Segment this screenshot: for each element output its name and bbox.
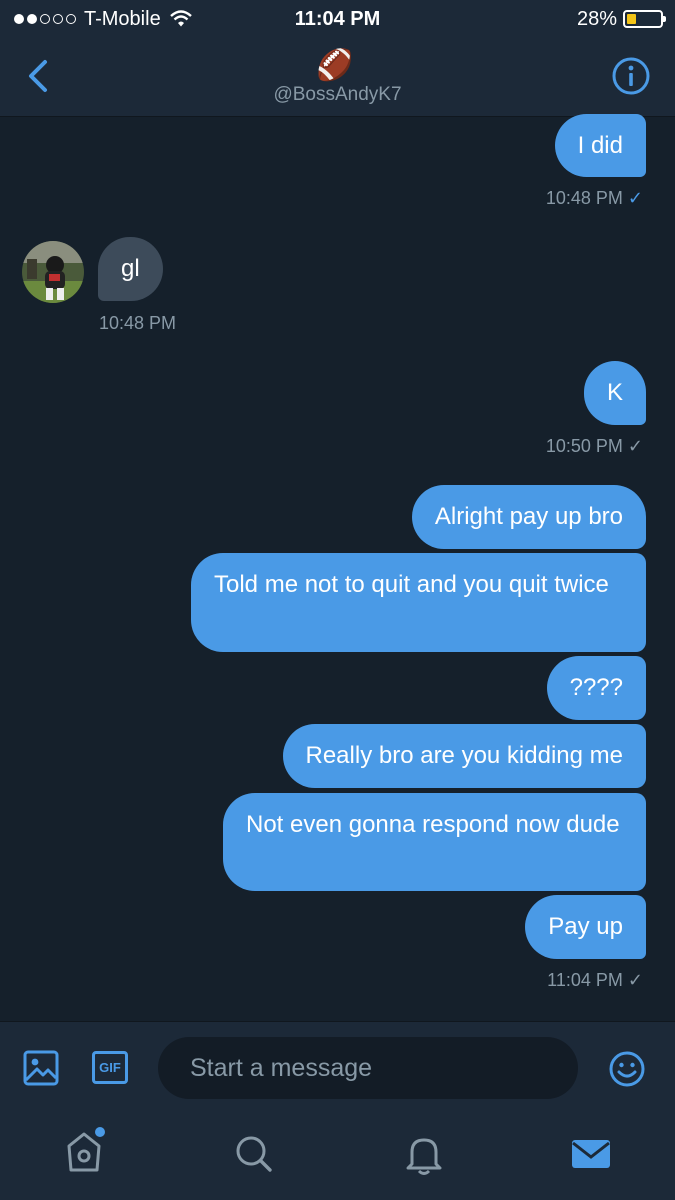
read-check-icon: ✓	[627, 436, 643, 456]
message-bubble[interactable]: Pay up	[525, 895, 646, 959]
search-icon[interactable]	[234, 1134, 274, 1174]
message-bubble[interactable]: Really bro are you kidding me	[282, 724, 646, 788]
status-time: 11:04 PM	[294, 8, 381, 30]
messages-icon[interactable]	[571, 1138, 611, 1170]
top-bar: T-Mobile 11:04 PM 28% 🏈 @BossAndyK7	[0, 0, 675, 117]
conversation-emoji: 🏈	[316, 49, 354, 82]
message-bubble[interactable]: I did	[554, 114, 646, 177]
battery-percent: 28%	[576, 8, 617, 30]
notifications-icon[interactable]	[404, 1134, 444, 1176]
avatar[interactable]	[22, 241, 84, 303]
message-bubble[interactable]: Told me not to quit and you quit twice	[191, 553, 646, 652]
message-bubble[interactable]: Not even gonna respond now dude	[223, 793, 646, 891]
message-bubble[interactable]: K	[583, 361, 646, 425]
message-bubble[interactable]: ????	[546, 656, 646, 720]
message-bubble[interactable]: gl	[98, 237, 163, 301]
message-input[interactable]: Start a message	[158, 1037, 578, 1099]
message-timestamp: 10:48 PM	[99, 313, 177, 333]
message-bubble[interactable]: Alright pay up bro	[411, 485, 646, 549]
message-timestamp: 10:50 PM ✓	[545, 436, 643, 456]
message-timestamp: 10:48 PM ✓	[545, 188, 643, 208]
battery-icon	[623, 10, 666, 28]
avatar-image	[22, 241, 84, 303]
status-right: 28%	[576, 5, 666, 33]
composer-bar: GIF Start a message	[0, 1021, 675, 1117]
home-icon[interactable]	[64, 1126, 108, 1176]
message-timestamp: 11:04 PM ✓	[547, 970, 643, 990]
image-icon[interactable]	[23, 1050, 59, 1086]
message-list[interactable]: I did 10:48 PM ✓ gl 10:48 PM K 10:50 PM …	[0, 114, 675, 1021]
info-icon[interactable]	[611, 56, 651, 96]
conversation-handle[interactable]: @BossAndyK7	[0, 84, 675, 106]
read-check-icon: ✓	[627, 188, 643, 208]
tab-bar	[0, 1116, 675, 1200]
emoji-icon[interactable]	[608, 1050, 646, 1088]
read-check-icon: ✓	[627, 970, 643, 990]
gif-button[interactable]: GIF	[92, 1051, 128, 1084]
